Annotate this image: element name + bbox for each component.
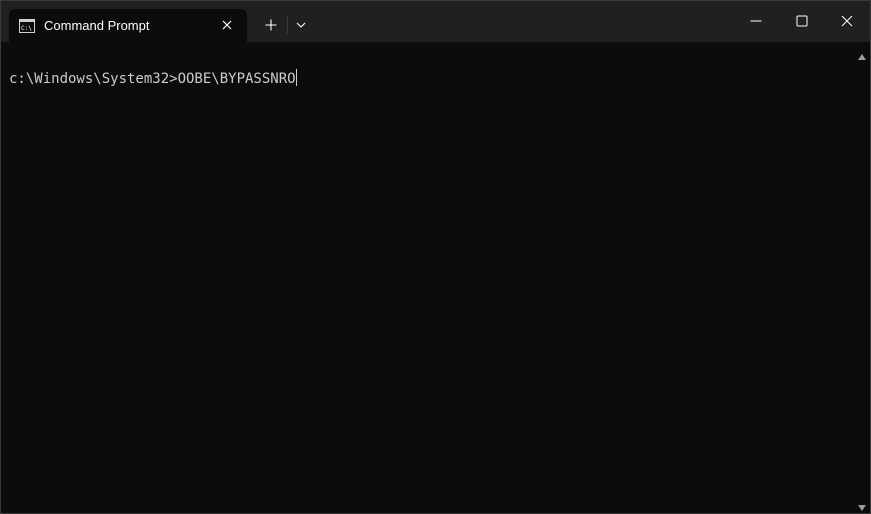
tab-separator (287, 16, 288, 34)
maximize-icon[interactable] (779, 1, 825, 41)
command-line[interactable]: c:\Windows\System32>OOBE\BYPASSNRO (9, 69, 297, 88)
scroll-down-icon[interactable] (858, 498, 866, 514)
command-input[interactable]: OOBE\BYPASSNRO (178, 71, 296, 87)
terminal-window: C:\ Command Prompt c:\Windows\System32>O… (0, 0, 871, 514)
vertical-scrollbar[interactable] (854, 42, 870, 513)
scroll-up-icon[interactable] (858, 47, 866, 65)
plus-icon[interactable] (257, 11, 285, 39)
close-icon[interactable] (219, 17, 235, 33)
chevron-down-icon[interactable] (290, 11, 312, 39)
title-bar[interactable]: C:\ Command Prompt (1, 1, 870, 42)
text-cursor (295, 69, 297, 86)
svg-text:C:\: C:\ (21, 25, 32, 32)
tab-title: Command Prompt (44, 18, 150, 33)
prompt-text: c:\Windows\System32> (9, 71, 178, 87)
minimize-icon[interactable] (733, 1, 779, 41)
close-icon[interactable] (824, 1, 870, 41)
cmd-icon: C:\ (19, 19, 35, 33)
terminal-output[interactable]: c:\Windows\System32>OOBE\BYPASSNRO (1, 42, 854, 513)
tab-command-prompt[interactable]: C:\ Command Prompt (9, 9, 247, 42)
